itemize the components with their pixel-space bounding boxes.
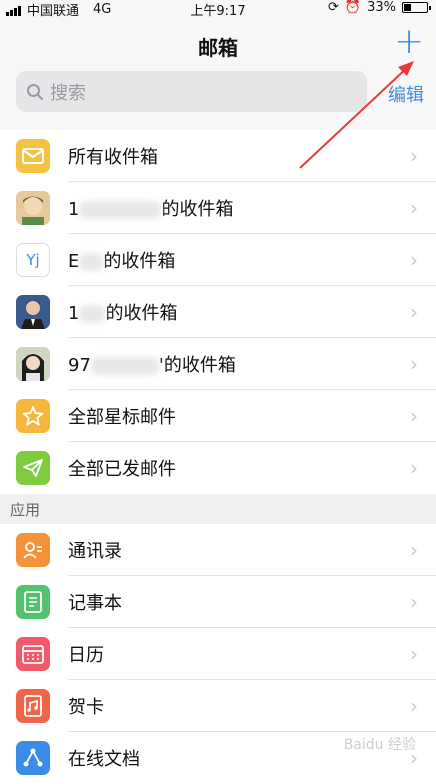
chevron-right-icon: › bbox=[410, 404, 418, 428]
mailbox-list: 所有收件箱 › 1 的收件箱 › Yj E 的收件箱 › 1 的收件箱 › 97 '的收… bbox=[0, 130, 436, 784]
app-notes[interactable]: 记事本 › bbox=[0, 576, 436, 628]
mailbox-label-suffix: 的收件箱 bbox=[105, 303, 178, 324]
chevron-right-icon: › bbox=[410, 694, 418, 718]
chevron-right-icon: › bbox=[410, 352, 418, 376]
mailbox-label: 全部星标邮件 bbox=[68, 407, 176, 428]
mailbox-label-prefix: 1 bbox=[68, 199, 80, 220]
app-label: 日历 bbox=[68, 645, 104, 666]
edit-button[interactable]: 编辑 bbox=[388, 81, 424, 107]
search-bar[interactable]: 搜索 bbox=[16, 71, 367, 112]
mailbox-label-suffix: 的收件箱 bbox=[103, 251, 176, 272]
chevron-right-icon: › bbox=[410, 196, 418, 220]
search-placeholder: 搜索 bbox=[50, 82, 86, 104]
docs-icon bbox=[16, 741, 50, 775]
mailbox-inbox-3[interactable]: 1 的收件箱 › bbox=[0, 286, 436, 338]
battery-icon bbox=[402, 2, 431, 13]
redacted-text bbox=[79, 253, 104, 271]
chevron-right-icon: › bbox=[410, 456, 418, 480]
mailbox-label: 所有收件箱 bbox=[68, 147, 158, 168]
mailbox-label-suffix: 的收件箱 bbox=[161, 199, 234, 220]
avatar-icon bbox=[16, 191, 50, 225]
avatar-icon bbox=[16, 295, 50, 329]
mailbox-inbox-2[interactable]: Yj E 的收件箱 › bbox=[0, 234, 436, 286]
search-icon bbox=[27, 83, 43, 100]
chevron-right-icon: › bbox=[410, 300, 418, 324]
page-title: 邮箱 bbox=[198, 36, 238, 60]
chevron-right-icon: › bbox=[410, 144, 418, 168]
mailbox-starred[interactable]: 全部星标邮件 › bbox=[0, 390, 436, 442]
star-icon bbox=[16, 399, 50, 433]
battery-percent: 33% bbox=[367, 0, 396, 15]
app-label: 贺卡 bbox=[68, 697, 104, 718]
mailbox-label-prefix: E bbox=[68, 251, 80, 272]
mailbox-inbox-4[interactable]: 97 '的收件箱 › bbox=[0, 338, 436, 390]
contacts-icon bbox=[16, 533, 50, 567]
mailbox-inbox-1[interactable]: 1 的收件箱 › bbox=[0, 182, 436, 234]
redacted-text bbox=[90, 357, 159, 375]
chevron-right-icon: › bbox=[410, 248, 418, 272]
mailbox-all-inbox[interactable]: 所有收件箱 › bbox=[0, 130, 436, 182]
yj-logo-icon: Yj bbox=[16, 243, 50, 277]
app-contacts[interactable]: 通讯录 › bbox=[0, 524, 436, 576]
calendar-icon bbox=[16, 637, 50, 671]
watermark: Baidu 经验 bbox=[343, 737, 416, 753]
app-calendar[interactable]: 日历 › bbox=[0, 628, 436, 680]
lock-rotation-icon: ⟳ bbox=[328, 0, 339, 15]
mailbox-label-prefix: 97 bbox=[68, 355, 91, 376]
mailbox-label-prefix: 1 bbox=[68, 303, 80, 324]
mailbox-label-suffix: '的收件箱 bbox=[158, 355, 236, 376]
card-icon bbox=[16, 689, 50, 723]
mailbox-sent[interactable]: 全部已发邮件 › bbox=[0, 442, 436, 494]
app-card[interactable]: 贺卡 › bbox=[0, 680, 436, 732]
alarm-icon: ⏰ bbox=[344, 0, 362, 15]
app-label: 通讯录 bbox=[68, 541, 122, 562]
envelope-icon bbox=[16, 139, 50, 173]
add-account-button[interactable]: + bbox=[394, 24, 424, 60]
apps-section-header: 应用 bbox=[0, 494, 436, 524]
avatar-icon bbox=[16, 347, 50, 381]
redacted-text bbox=[79, 305, 106, 323]
chevron-right-icon: › bbox=[410, 642, 418, 666]
redacted-text bbox=[79, 201, 162, 219]
chevron-right-icon: › bbox=[410, 538, 418, 562]
notes-icon bbox=[16, 585, 50, 619]
status-bar: 中国联通 4G 上午9:17 ⟳ ⏰ 33% bbox=[0, 0, 436, 19]
app-label: 记事本 bbox=[68, 593, 122, 614]
sent-icon bbox=[16, 451, 50, 485]
mailbox-label: 全部已发邮件 bbox=[68, 459, 176, 480]
chevron-right-icon: › bbox=[410, 590, 418, 614]
